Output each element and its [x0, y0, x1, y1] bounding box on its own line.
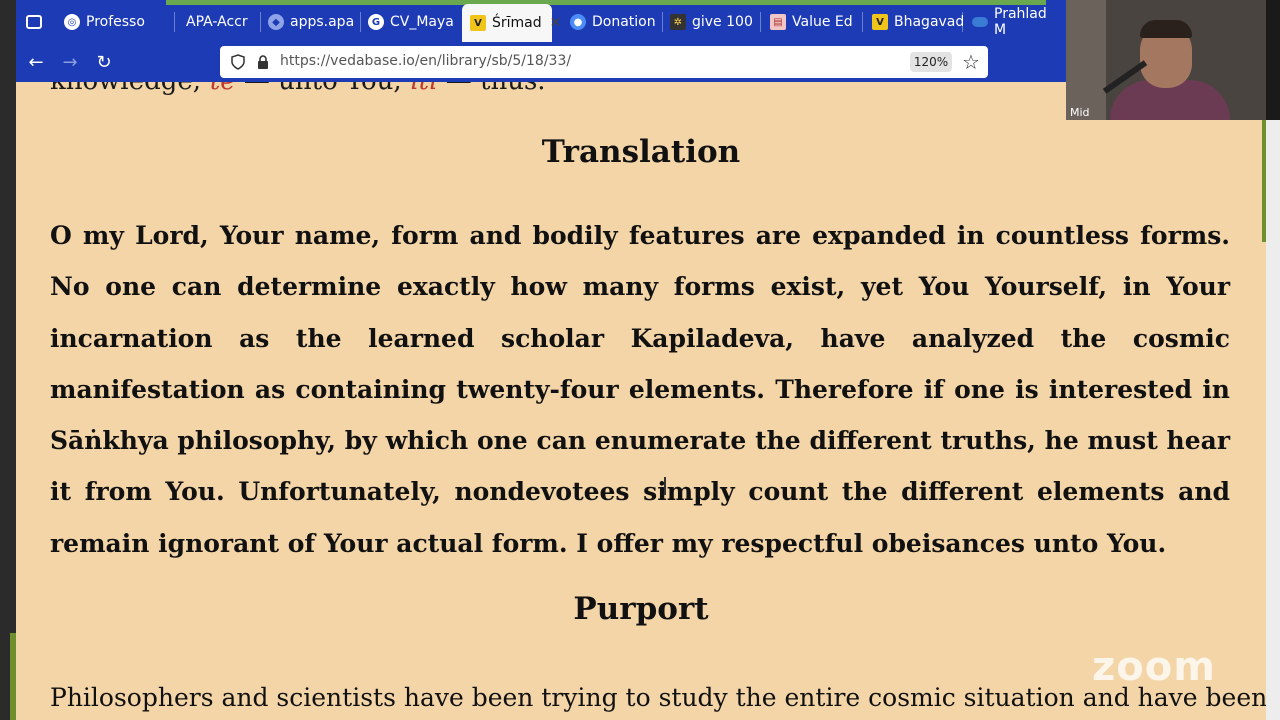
shield-icon — [231, 54, 245, 70]
reload-icon: ↻ — [96, 51, 112, 73]
tab-label: Prahlad M — [994, 6, 1047, 38]
tab-label: Śrīmad — [492, 15, 542, 31]
value-ed-icon: ▤ — [770, 14, 786, 30]
video-background — [1066, 0, 1106, 120]
purport-heading: Purport — [573, 591, 709, 627]
left-frame — [0, 0, 16, 720]
page-content: knowledge; te — unto You; iti — thus. Tr… — [16, 82, 1266, 720]
tab-label: Bhagavad — [894, 14, 965, 30]
address-bar[interactable]: https://vedabase.io/en/library/sb/5/18/3… — [220, 46, 988, 78]
previous-synonyms-line: knowledge; te — unto You; iti — thus. — [50, 82, 546, 96]
share-border-top — [166, 0, 1046, 5]
navigation-bar: ← → ↻ https://vedabase.io/en/library/sb/… — [16, 42, 1066, 82]
tab-bhagavad[interactable]: V Bhagavad — [872, 6, 965, 38]
purport-paragraph: Philosophers and scientists have been tr… — [50, 683, 1266, 712]
tab-label: CV_Maya — [390, 14, 454, 30]
tab-srimad[interactable]: V Śrīmad ✕ — [462, 4, 561, 42]
tab-cv-maya[interactable]: G CV_Maya — [368, 6, 462, 38]
tab-label: give 100 — [692, 14, 753, 30]
tab-label: Professo — [86, 14, 145, 30]
participant-name: Mid — [1070, 106, 1090, 119]
tab-bar: ◎ Professo APA-Accr ◆ apps.apa G CV_Maya… — [16, 0, 1066, 42]
tab-list-button[interactable] — [26, 6, 42, 38]
apps-icon: ◆ — [268, 14, 284, 30]
zoom-level[interactable]: 120% — [910, 52, 952, 72]
lock-icon — [258, 55, 268, 69]
speaker-video[interactable]: Mid — [1066, 0, 1266, 120]
vedabase-icon: V — [470, 15, 486, 31]
tab-give-100[interactable]: ✲ give 100 — [670, 6, 758, 38]
tab-value-ed[interactable]: ▤ Value Ed — [770, 6, 862, 38]
back-button[interactable]: ← — [24, 50, 48, 74]
reload-button[interactable]: ↻ — [92, 50, 116, 74]
tab-apa-accr[interactable]: APA-Accr — [186, 6, 266, 38]
synonym-text: — thus. — [446, 82, 546, 96]
close-tab-icon[interactable]: ✕ — [550, 15, 562, 31]
tab-label: APA-Accr — [186, 14, 248, 30]
vedabase-icon: V — [872, 14, 888, 30]
forward-button[interactable]: → — [58, 50, 82, 74]
tab-label: apps.apa — [290, 14, 355, 30]
tab-apps-apa[interactable]: ◆ apps.apa — [268, 6, 360, 38]
arrow-left-icon: ← — [28, 51, 44, 73]
translation-paragraph: O my Lord, Your name, form and bodily fe… — [50, 221, 1230, 558]
translation-heading: Translation — [541, 134, 741, 170]
cloud-icon — [972, 17, 988, 27]
speaker-hair — [1140, 20, 1192, 38]
donation-icon: ● — [570, 14, 586, 30]
tab-label: Donation — [592, 14, 656, 30]
give-icon: ✲ — [670, 14, 686, 30]
chrome-icon: G — [368, 14, 384, 30]
tab-donation[interactable]: ● Donation — [570, 6, 662, 38]
zoom-watermark: zoom — [1092, 644, 1216, 690]
url-text: https://vedabase.io/en/library/sb/5/18/3… — [280, 53, 572, 69]
tab-label: Value Ed — [792, 14, 853, 30]
synonym-text: knowledge; — [50, 82, 202, 96]
tab-prahlad[interactable]: Prahlad M — [972, 6, 1062, 38]
globe-icon: ◎ — [64, 14, 80, 30]
scrollbar-track[interactable] — [1266, 120, 1280, 720]
bookmark-star-icon[interactable]: ☆ — [962, 50, 980, 74]
tab-list-icon — [26, 15, 42, 29]
synonym-text: — unto You; — [244, 82, 402, 96]
text-cursor — [664, 477, 666, 495]
tab-professo[interactable]: ◎ Professo — [64, 6, 174, 38]
sanskrit-word[interactable]: iti — [410, 82, 437, 96]
arrow-right-icon: → — [62, 51, 78, 73]
sanskrit-word[interactable]: te — [210, 82, 236, 96]
